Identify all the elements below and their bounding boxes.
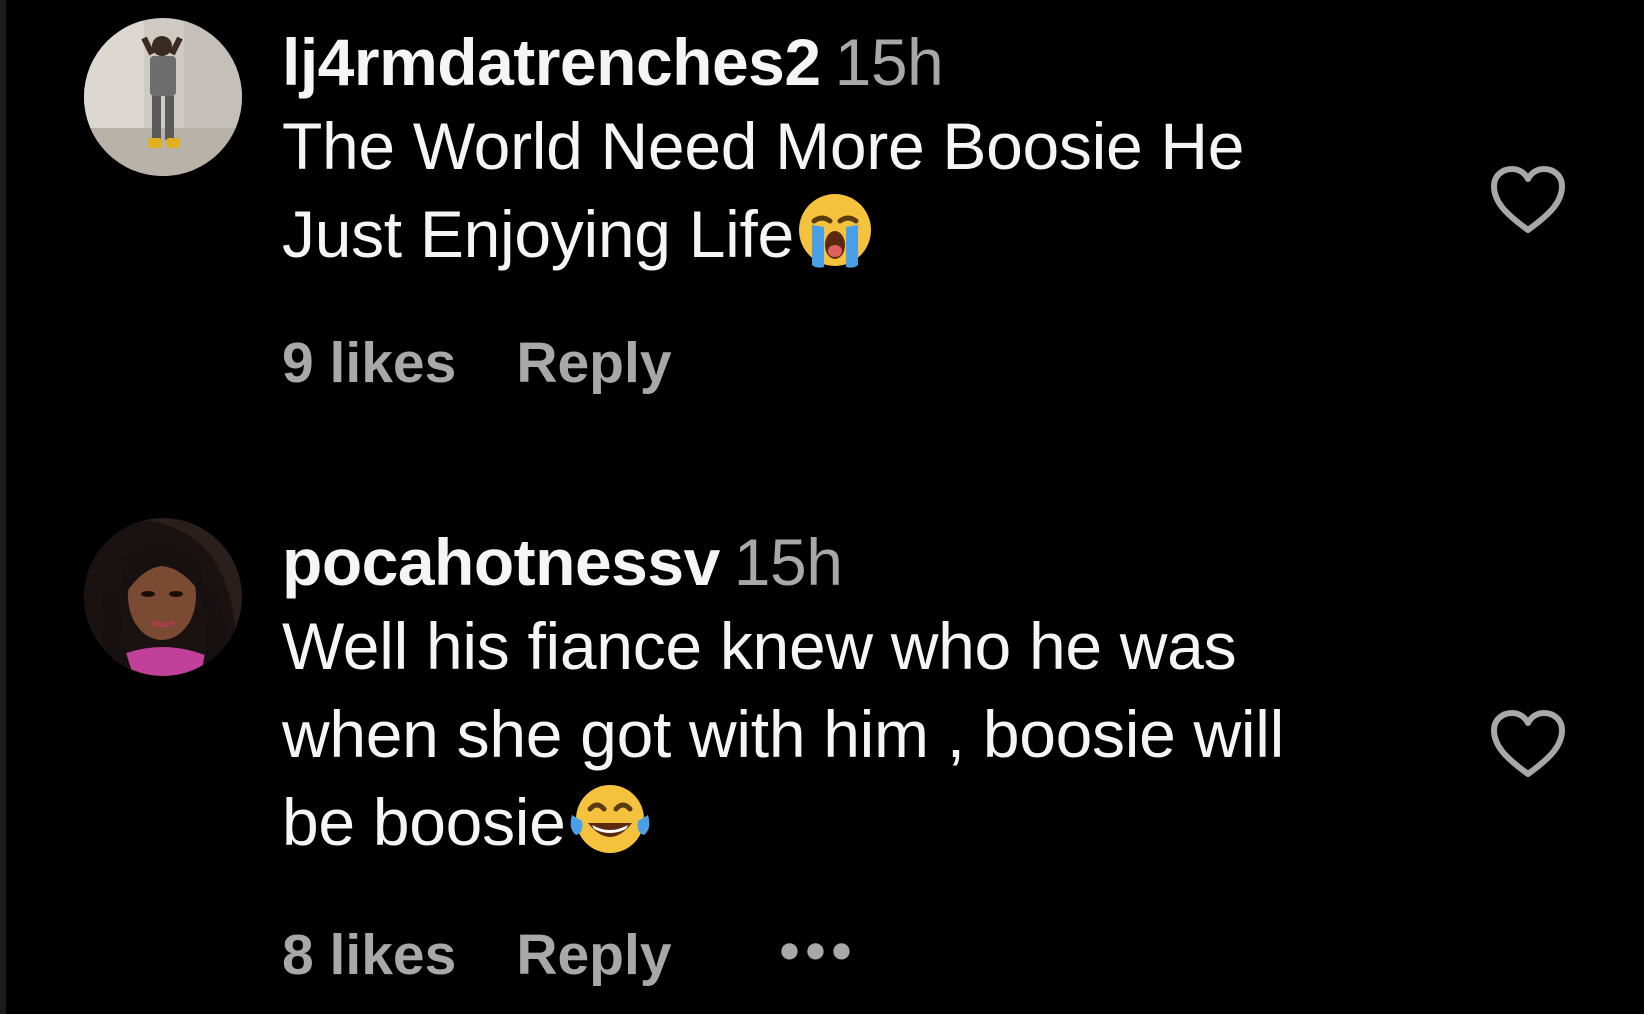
reply-button[interactable]: Reply: [516, 330, 671, 396]
comment-text-line: when she got with him , boosie will: [282, 697, 1284, 771]
comment-text-fragment: be boosie: [282, 785, 566, 859]
timestamp: 15h: [733, 525, 843, 599]
avatar-photo: [84, 18, 242, 176]
avatar[interactable]: [84, 518, 242, 676]
comment-text: Well his fiance knew who he was when she…: [282, 602, 1462, 878]
face-with-tears-of-joy-icon: [568, 779, 652, 878]
comment-text-fragment: Just Enjoying Life: [282, 197, 794, 271]
comment-text-line: Just Enjoying Life: [282, 190, 1462, 290]
comment-meta: 9 likes Reply: [282, 330, 672, 396]
heart-outline-icon[interactable]: [1488, 708, 1568, 780]
comment-meta: 8 likes Reply •••: [282, 918, 857, 988]
comment-header: lj4rmdatrenches2 15h: [282, 26, 1462, 98]
comment-text-line: be boosie: [282, 778, 1462, 878]
likes-count[interactable]: 8 likes: [282, 922, 456, 988]
comment-text-line: The World Need More Boosie He: [282, 109, 1245, 183]
more-options-button[interactable]: •••: [780, 918, 858, 984]
comment-text: The World Need More Boosie He Just Enjoy…: [282, 102, 1462, 290]
likes-count[interactable]: 9 likes: [282, 330, 456, 396]
comment-text-line: Well his fiance knew who he was: [282, 609, 1237, 683]
reply-button[interactable]: Reply: [516, 922, 671, 988]
comment-body: pocahotnessv 15h Well his fiance knew who…: [282, 526, 1462, 878]
comment-header: pocahotnessv 15h: [282, 526, 1462, 598]
avatar-photo: [84, 518, 242, 676]
loudly-crying-face-icon: [796, 191, 874, 290]
heart-outline-icon[interactable]: [1488, 164, 1568, 236]
comment-body: lj4rmdatrenches2 15h The World Need More …: [282, 26, 1462, 290]
username[interactable]: lj4rmdatrenches2: [282, 25, 821, 99]
left-edge-divider: [0, 0, 6, 1014]
avatar[interactable]: [84, 18, 242, 176]
timestamp: 15h: [834, 25, 944, 99]
username[interactable]: pocahotnessv: [282, 525, 720, 599]
